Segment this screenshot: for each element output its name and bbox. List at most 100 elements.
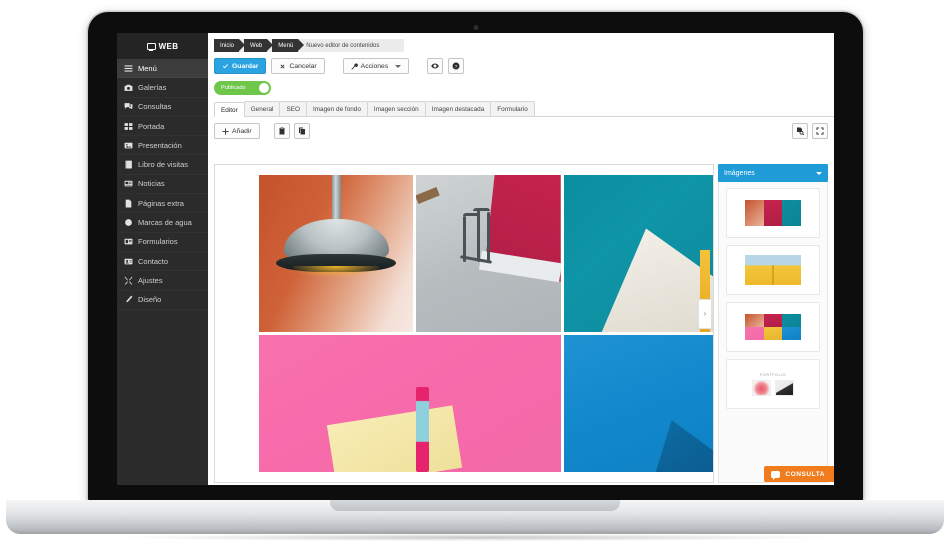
sidebar-item-formularios[interactable]: Formularios (117, 233, 208, 252)
thumb-cell (745, 200, 764, 226)
thumb-cell (763, 314, 783, 327)
photo-teal-white-wedge[interactable] (563, 175, 713, 333)
save-button[interactable]: Guardar (214, 58, 267, 74)
paste-button[interactable] (273, 123, 290, 139)
droplet-icon (124, 218, 133, 227)
sidebar-item-label: Portada (138, 121, 165, 131)
sidebar-item-label: Formularios (138, 237, 178, 247)
bike-rack (459, 206, 518, 272)
thumbnail-item[interactable] (726, 188, 820, 238)
tab-seo[interactable]: SEO (279, 101, 307, 116)
sidebar-item-ajustes[interactable]: Ajustes (117, 271, 208, 290)
tab-imagen-seccion[interactable]: Imagen sección (366, 101, 426, 116)
breadcrumb-item-inicio[interactable]: Inicio (214, 39, 246, 52)
images-panel: Imágenes PORTFOLIO (718, 164, 828, 483)
camera-icon (124, 83, 133, 92)
sidebar-item-galerias[interactable]: Galerías (117, 78, 208, 97)
photo-blue-plane-wing[interactable] (563, 335, 713, 472)
yellow-notepad (327, 405, 463, 472)
breadcrumb-item-web[interactable]: Web (244, 39, 274, 52)
next-slide-button[interactable]: › (698, 298, 711, 329)
thumb-cell (763, 200, 783, 226)
sidebar-item-label: Páginas extra (138, 198, 184, 208)
photo-bike-rack-red-wall[interactable] (416, 175, 561, 333)
laptop-shadow (120, 534, 830, 541)
sidebar-item-label: Diseño (138, 295, 162, 305)
photo-pendant-lamp-orange[interactable] (259, 175, 414, 333)
brush-icon (124, 295, 133, 304)
pen (415, 387, 429, 472)
work-area: › Imágenes PORTFOLIO (214, 164, 828, 483)
sidebar-item-label: Noticias (138, 179, 165, 189)
images-panel-header[interactable]: Imágenes (718, 164, 828, 182)
editor-toolbar: Añadir (214, 123, 834, 139)
hamburger-icon (124, 64, 133, 73)
sidebar-item-libro-de-visitas[interactable]: Libro de visitas (117, 155, 208, 174)
wrench-icon (351, 62, 358, 70)
thumbnail-item[interactable] (726, 302, 820, 352)
portfolio-square (775, 379, 794, 396)
chevron-down-icon[interactable] (816, 171, 822, 175)
sidebar: WEB Menú Galerías Consultas Portada Pres (117, 33, 208, 485)
sidebar-item-contacto[interactable]: Contacto (117, 252, 208, 271)
grid-icon (124, 122, 133, 131)
newspaper-icon (124, 179, 133, 188)
page-preview-button[interactable] (792, 123, 808, 139)
sidebar-item-diseno[interactable]: Diseño (117, 291, 208, 310)
tab-editor[interactable]: Editor (214, 102, 245, 117)
wing-shape (653, 420, 713, 472)
breadcrumb-item-menu[interactable]: Menú (272, 39, 305, 52)
copy-button[interactable] (293, 123, 310, 139)
editor-canvas[interactable]: › (214, 164, 714, 483)
webcam-icon (473, 25, 478, 30)
images-panel-body[interactable]: PORTFOLIO (718, 182, 828, 483)
sidebar-item-label: Libro de visitas (138, 160, 189, 170)
floor-mark (416, 186, 441, 205)
sidebar-item-menu[interactable]: Menú (117, 59, 208, 79)
sidebar-item-presentacion[interactable]: Presentación (117, 136, 208, 155)
sidebar-item-marcas-de-agua[interactable]: Marcas de agua (117, 213, 208, 232)
close-icon (280, 63, 285, 69)
help-button[interactable]: ? (448, 58, 465, 74)
sidebar-item-label: Presentación (138, 140, 182, 150)
thumb-cell (745, 327, 764, 340)
page-search-icon (797, 127, 804, 135)
portfolio-square (752, 379, 771, 396)
main-content: Inicio Web Menú Nuevo editor de contenid… (208, 33, 834, 485)
tab-imagen-destacada[interactable]: Imagen destacada (424, 101, 492, 116)
sidebar-item-paginas-extra[interactable]: Páginas extra (117, 194, 208, 213)
images-panel-title: Imágenes (724, 169, 755, 177)
thumbnail-item[interactable]: PORTFOLIO (726, 359, 820, 409)
sidebar-item-consultas[interactable]: Consultas (117, 98, 208, 117)
save-label: Guardar (232, 62, 259, 70)
publish-toggle-wrap: Publicado (214, 81, 834, 95)
acciones-dropdown-button[interactable]: Acciones (342, 58, 410, 74)
tab-imagen-de-fondo[interactable]: Imagen de fondo (305, 101, 368, 116)
expand-icon (816, 127, 824, 135)
preview-button[interactable] (427, 58, 444, 74)
thumbnail-item[interactable] (726, 245, 820, 295)
photo-pink-notepad-pen[interactable] (259, 335, 561, 472)
thumb-cell (745, 314, 764, 327)
chat-icon (124, 102, 133, 111)
consulta-chat-button[interactable]: CONSULTA (764, 466, 834, 482)
cancel-button[interactable]: Cancelar (271, 58, 325, 74)
tab-general[interactable]: General (243, 101, 281, 116)
fullscreen-button[interactable] (812, 123, 828, 139)
form-icon (124, 237, 133, 246)
sidebar-item-portada[interactable]: Portada (117, 117, 208, 136)
copy-icon (298, 127, 305, 135)
brand-logo[interactable]: WEB (117, 33, 208, 59)
breadcrumb-current: Nuevo editor de contenidos (306, 42, 380, 49)
add-button[interactable]: Añadir (214, 123, 260, 139)
clipboard-group (273, 123, 310, 139)
action-toolbar: Guardar Cancelar Acciones ? (214, 58, 834, 74)
breadcrumb: Inicio Web Menú Nuevo editor de contenid… (214, 39, 404, 52)
consulta-label: CONSULTA (785, 470, 825, 478)
photo-grid (259, 175, 713, 472)
publish-toggle[interactable]: Publicado (214, 81, 271, 95)
sidebar-item-noticias[interactable]: Noticias (117, 175, 208, 194)
tab-bar: Editor General SEO Imagen de fondo Image… (214, 101, 834, 117)
tab-formulario[interactable]: Formulario (490, 101, 535, 116)
thumb-yellow-wall-art (745, 255, 801, 285)
